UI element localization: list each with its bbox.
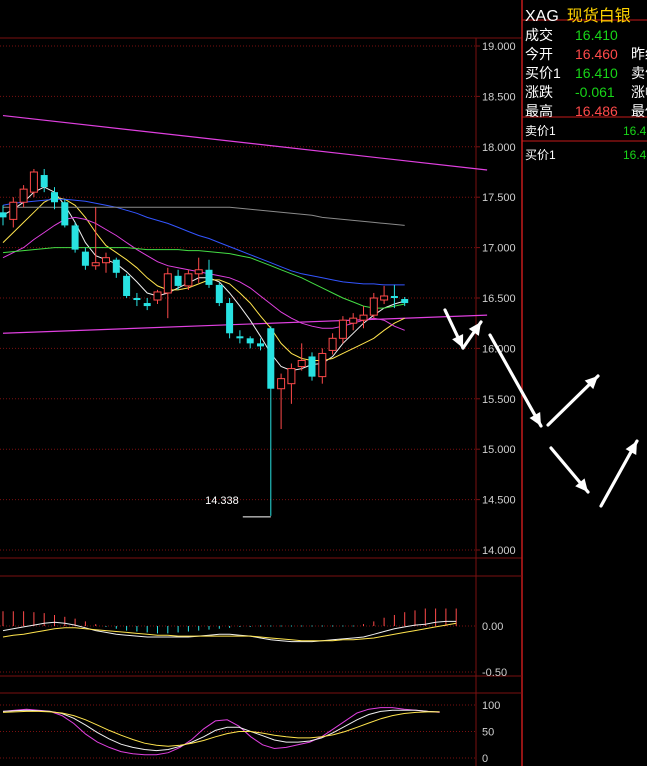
candle-body (226, 303, 234, 334)
candle-body (40, 175, 48, 188)
candle-body (338, 319, 347, 339)
candle-body (328, 337, 337, 351)
orderbook-label: 买价1 (525, 148, 556, 162)
candle-body (401, 299, 409, 304)
candle-body (267, 328, 275, 389)
candle-body (174, 275, 182, 286)
quote-label2: 昨结 (631, 46, 647, 62)
candle-body (308, 356, 316, 377)
trend-line (2, 314, 488, 334)
moving-average-line (2, 216, 405, 331)
orderbook-bid-row: 买价1 16.4 (525, 146, 646, 163)
candle-body (133, 298, 141, 301)
candle-body (163, 273, 172, 294)
candle-body (205, 269, 213, 285)
y-tick-label: 18.000 (482, 142, 516, 154)
quote-header: XAG 现货白银 (525, 2, 631, 26)
candle-body (29, 171, 38, 193)
min-price-label: 14.338 (205, 495, 239, 507)
candle-body (81, 251, 89, 266)
y-tick-label: 15.000 (482, 444, 516, 456)
macd-line (2, 622, 457, 642)
candle-body (19, 188, 28, 203)
candle-body (194, 269, 203, 275)
quote-label: 涨跌 (525, 84, 553, 100)
candle-body (287, 368, 296, 385)
quote-value: 16.486 (575, 103, 618, 119)
candle-body (369, 297, 378, 316)
quote-value: 16.410 (575, 65, 618, 81)
macd-line (2, 620, 457, 643)
candle-body (153, 291, 162, 301)
y-tick-label: -0.50 (482, 667, 507, 679)
annotation-arrow-up-head (468, 322, 481, 336)
orderbook-value: 16.4 (623, 148, 647, 162)
orderbook-value: 16.4 (623, 124, 647, 138)
y-tick-label: 18.500 (482, 91, 516, 103)
quote-symbol: XAG (525, 8, 559, 25)
y-tick-label: 19.000 (482, 41, 516, 53)
kdj-line (2, 709, 440, 752)
quote-value: 16.460 (575, 46, 618, 62)
quote-label2: 卖价 (631, 65, 647, 81)
candle-body (390, 295, 398, 298)
quote-label: 成交 (525, 27, 553, 43)
y-tick-label: 17.500 (482, 192, 516, 204)
candle-body (184, 273, 193, 287)
quote-row-open: 今开 16.460 昨结 (525, 44, 647, 63)
quote-label2: 涨幅 (631, 84, 647, 100)
candle-body (359, 314, 368, 321)
candle-body (91, 262, 100, 267)
y-tick-label: 100 (482, 700, 500, 712)
candle-body (143, 303, 151, 307)
candle-body (51, 192, 58, 203)
quote-name: 现货白银 (566, 8, 631, 25)
candle-body (277, 378, 286, 390)
trend-line (2, 114, 488, 171)
quote-label2: 最低 (631, 103, 647, 119)
candle-body (297, 359, 306, 368)
candle-body (112, 259, 120, 273)
candle-body (236, 336, 244, 339)
quote-panel: XAG现货白银 成交16.410 今开16.460昨结 买价116.410卖价 … (523, 0, 647, 766)
quote-label: 今开 (525, 46, 553, 62)
quote-value: 16.410 (575, 27, 618, 43)
candle-body (215, 284, 223, 304)
y-tick-label: 17.000 (482, 243, 516, 255)
orderbook-label: 卖价1 (525, 124, 556, 138)
quote-row-high: 最高 16.486 最低 (525, 101, 647, 120)
quote-value: -0.061 (575, 84, 615, 100)
y-tick-label: 50 (482, 727, 494, 739)
candle-body (246, 338, 254, 344)
candle-body (9, 201, 18, 220)
y-tick-label: 16.500 (482, 293, 516, 305)
candle-body (0, 212, 7, 218)
candle-body (123, 275, 131, 296)
quote-label: 买价1 (525, 65, 561, 81)
y-tick-label: 14.500 (482, 495, 516, 507)
y-tick-label: 14.000 (482, 545, 516, 557)
quote-row-bid: 买价1 16.410 卖价 (525, 63, 647, 82)
y-tick-label: 0.00 (482, 621, 503, 633)
candle-body (380, 295, 389, 301)
candle-body (349, 317, 358, 324)
candle-body (257, 343, 264, 347)
candle-body (318, 352, 327, 378)
y-tick-label: 15.500 (482, 394, 516, 406)
orderbook-ask-row: 卖价1 16.4 (525, 122, 646, 139)
candle-body (102, 257, 110, 264)
quote-row-last: 成交 16.410 (525, 25, 631, 44)
quote-row-change: 涨跌 -0.061 涨幅 (525, 82, 647, 101)
y-tick-label: 0 (482, 753, 488, 765)
quote-label: 最高 (525, 103, 553, 119)
candle-body (71, 225, 79, 250)
candle-body (61, 202, 69, 226)
